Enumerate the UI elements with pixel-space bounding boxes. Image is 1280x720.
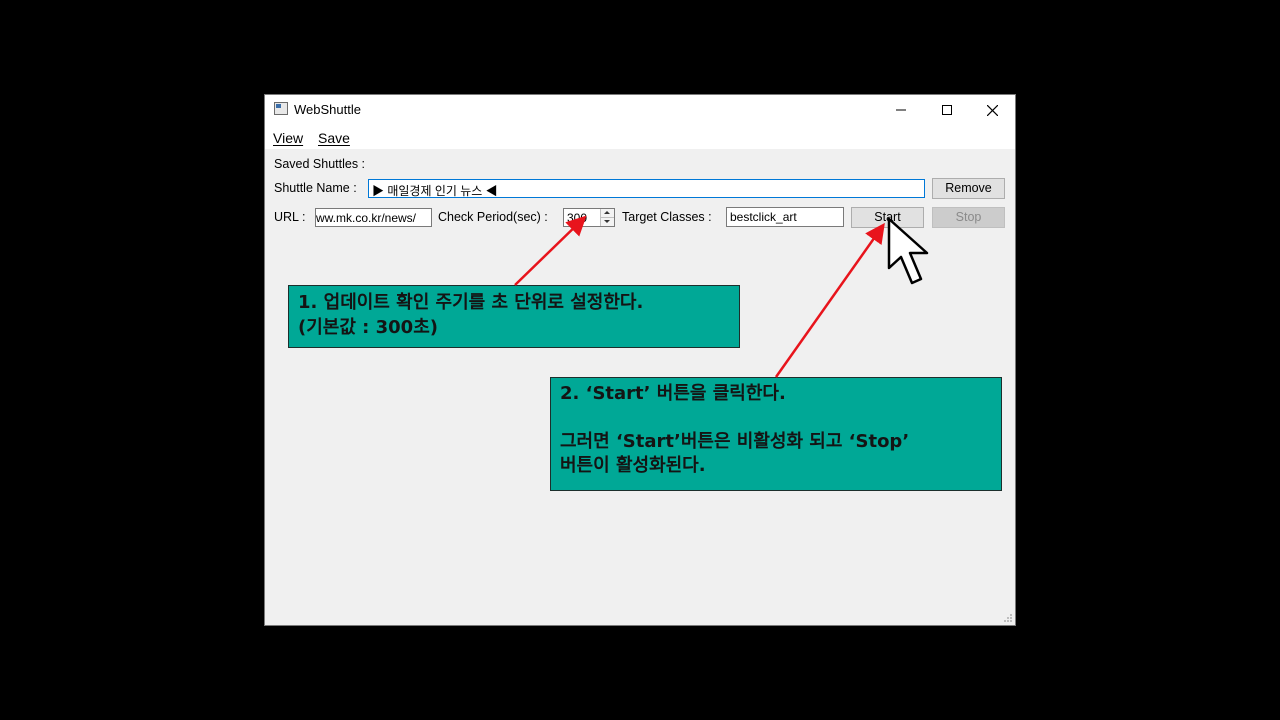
annotation-overlay [514, 215, 929, 378]
mouse-pointer-icon [887, 217, 929, 285]
callout-1-arrow [514, 215, 587, 286]
callout-2-arrow [774, 222, 885, 378]
